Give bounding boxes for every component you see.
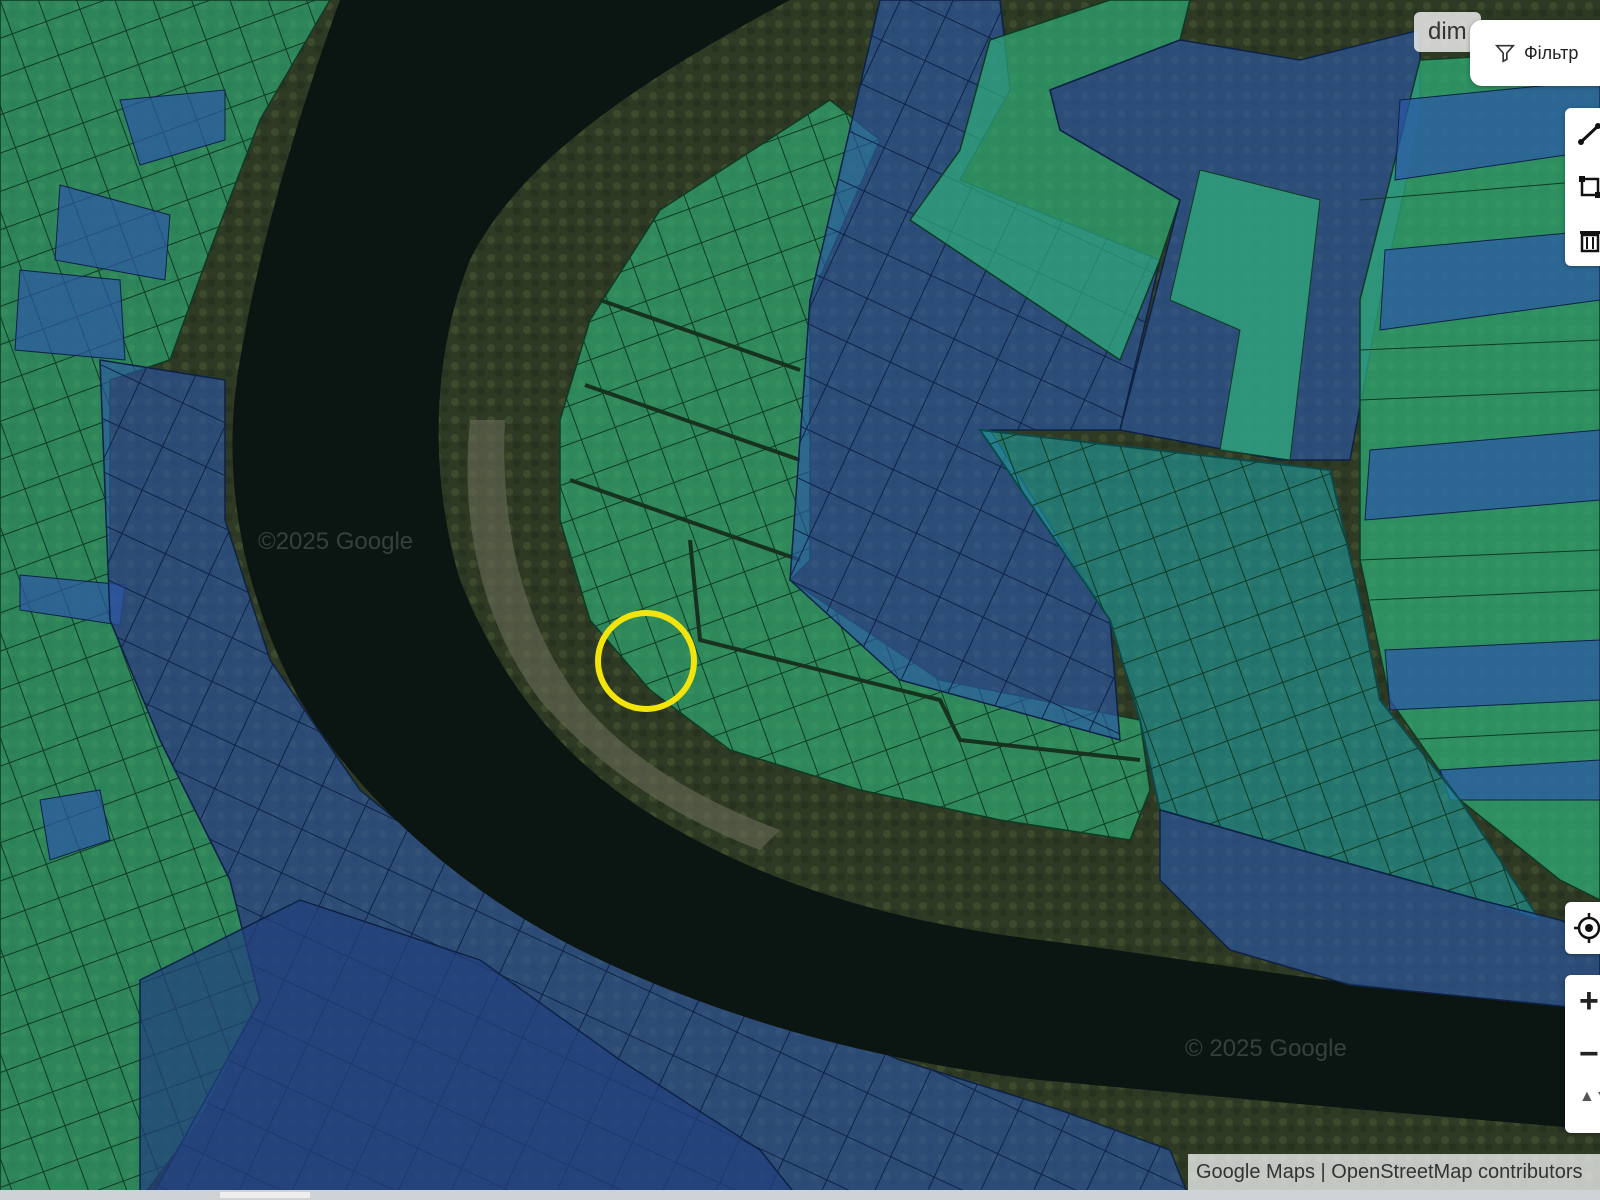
bottom-scrollbar[interactable] (0, 1190, 1600, 1200)
compass-button[interactable]: ▲▼ (1565, 1081, 1600, 1133)
zoom-in-button[interactable]: + (1565, 975, 1600, 1027)
trash-icon (1580, 231, 1600, 253)
locate-button[interactable] (1565, 902, 1600, 954)
top-chip-text: dim (1428, 18, 1467, 45)
draw-line-button[interactable] (1565, 108, 1600, 160)
locate-icon (1574, 913, 1600, 943)
filter-label: Фільтр (1524, 42, 1579, 63)
zoom-out-button[interactable]: − (1565, 1028, 1600, 1080)
watermark-1: ©2025 Google (258, 528, 414, 555)
draw-polygon-button[interactable] (1565, 161, 1600, 213)
map-attribution: Google Maps | OpenStreetMap contributors (1188, 1154, 1600, 1190)
map-svg (0, 0, 1600, 1200)
zoom-controls: + − ▲▼ (1565, 975, 1600, 1133)
attribution-text: Google Maps | OpenStreetMap contributors (1196, 1161, 1583, 1183)
draw-line-icon (1578, 123, 1600, 145)
filter-button[interactable]: Фільтр (1470, 20, 1600, 86)
map-canvas[interactable]: ©2025 Google © 2025 Google (0, 0, 1600, 1200)
delete-button[interactable] (1565, 214, 1600, 266)
draw-tools-panel (1565, 108, 1600, 266)
filter-icon (1494, 44, 1516, 63)
watermark-2: © 2025 Google (1185, 1035, 1347, 1062)
draw-polygon-icon (1579, 176, 1600, 198)
parcels-left-blue-2 (14, 269, 126, 361)
scrollbar-thumb[interactable] (220, 1192, 310, 1198)
